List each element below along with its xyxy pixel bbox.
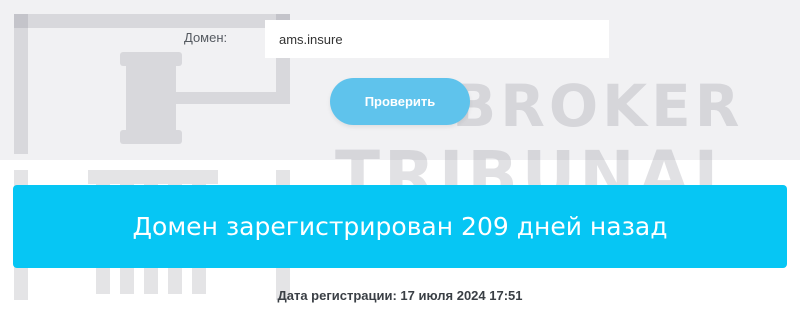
registration-date: Дата регистрации: 17 июля 2024 17:51	[277, 288, 523, 303]
domain-label: Домен:	[184, 30, 228, 45]
check-button[interactable]: Проверить	[330, 78, 470, 125]
domain-input[interactable]	[265, 20, 609, 58]
result-message: Домен зарегистрирован 209 дней назад	[132, 212, 668, 241]
result-banner: Домен зарегистрирован 209 дней назад	[13, 185, 787, 268]
